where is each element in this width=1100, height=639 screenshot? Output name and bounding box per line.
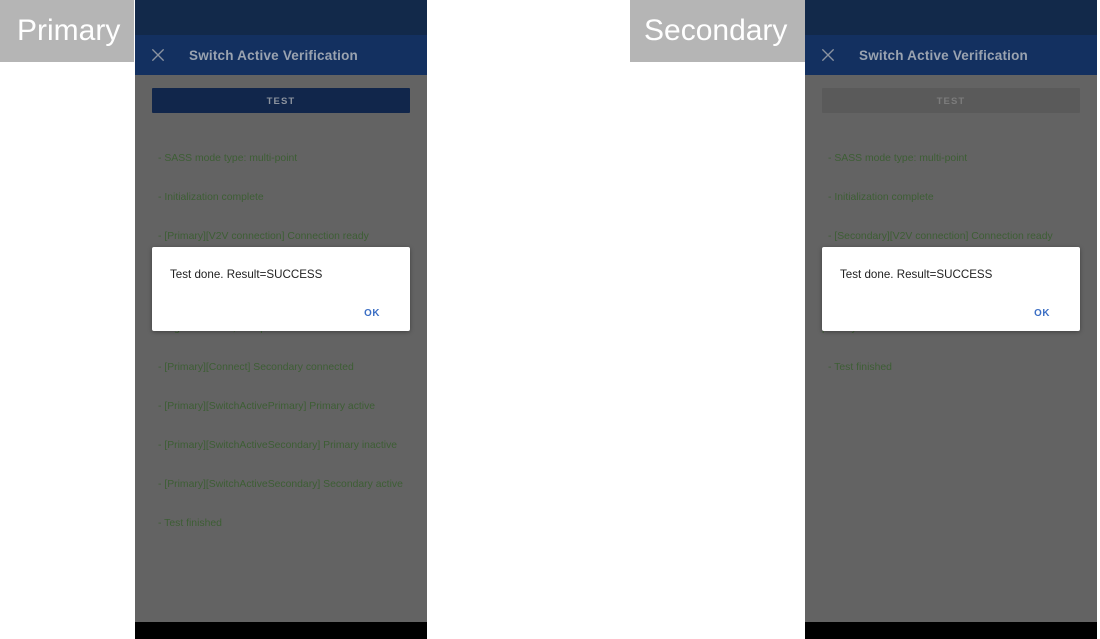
log-line: - [Secondary][V2V connection] Connection… [828, 231, 1053, 243]
role-label-primary: Primary [0, 0, 134, 62]
alert-dialog-primary: Test done. Result=SUCCESS OK [152, 247, 410, 331]
screen-content-primary: TEST - SASS mode type: multi-point - Ini… [135, 75, 427, 639]
close-icon[interactable] [149, 46, 167, 64]
log-line: - Test finished [158, 518, 222, 530]
role-label-secondary: Secondary [630, 0, 805, 62]
close-icon[interactable] [819, 46, 837, 64]
log-line: - Test finished [828, 361, 892, 373]
log-line: - [Primary][Connect] Secondary connected [158, 361, 354, 373]
dialog-actions: OK [840, 304, 1062, 323]
log-line: - [Primary][SwitchActiveSecondary] Prima… [158, 440, 398, 452]
dialog-ok-button[interactable]: OK [358, 304, 386, 323]
log-line: - [Primary][V2V connection] Connection r… [158, 231, 369, 243]
dialog-message: Test done. Result=SUCCESS [840, 268, 993, 281]
app-bar-primary: Switch Active Verification [135, 35, 427, 75]
log-line: - SASS mode type: multi-point [158, 153, 298, 165]
test-button: TEST [822, 88, 1080, 113]
alert-dialog-secondary: Test done. Result=SUCCESS OK [822, 247, 1080, 331]
navigation-bar-secondary [805, 622, 1097, 639]
navigation-bar-primary [135, 622, 427, 639]
status-bar-secondary [805, 0, 1097, 35]
log-line: - SASS mode type: multi-point [828, 153, 968, 165]
status-bar-primary [135, 0, 427, 35]
log-output-primary: - SASS mode type: multi-point - Initiali… [152, 126, 410, 557]
device-screen-secondary: Switch Active Verification TEST - SASS m… [805, 0, 1097, 639]
test-button[interactable]: TEST [152, 88, 410, 113]
dialog-ok-button[interactable]: OK [1028, 304, 1056, 323]
log-line: - [Primary][SwitchActivePrimary] Primary… [158, 400, 376, 412]
device-screen-primary: Switch Active Verification TEST - SASS m… [135, 0, 427, 639]
app-bar-secondary: Switch Active Verification [805, 35, 1097, 75]
app-bar-title: Switch Active Verification [189, 47, 358, 63]
screen-content-secondary: TEST - SASS mode type: multi-point - Ini… [805, 75, 1097, 639]
log-line: - Initialization complete [828, 192, 934, 204]
dialog-message: Test done. Result=SUCCESS [170, 268, 323, 281]
log-line: - Initialization complete [158, 192, 264, 204]
app-bar-title: Switch Active Verification [859, 47, 1028, 63]
dialog-actions: OK [170, 304, 392, 323]
log-line: - [Primary][SwitchActiveSecondary] Secon… [158, 479, 403, 491]
